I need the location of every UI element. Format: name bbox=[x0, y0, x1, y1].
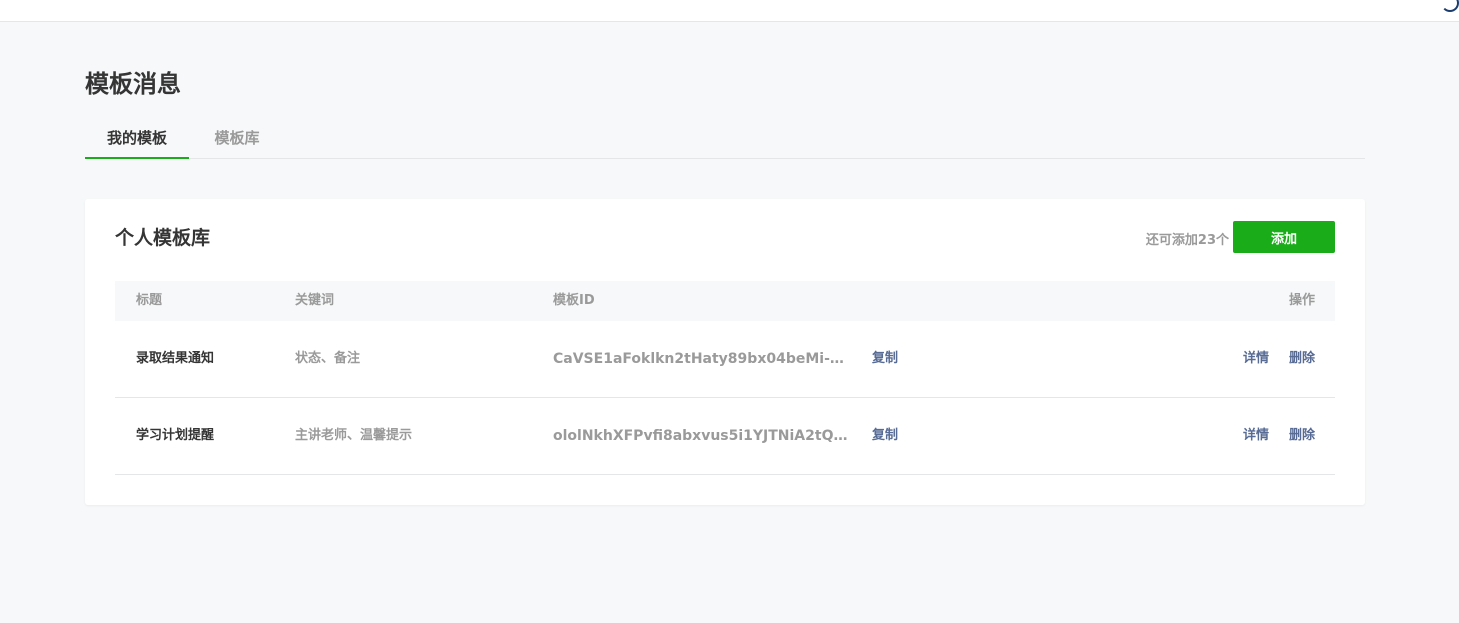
tab-my-templates[interactable]: 我的模板 bbox=[85, 118, 189, 159]
table-row: 学习计划提醒 主讲老师、温馨提示 ololNkhXFPvfi8abxvus5i1… bbox=[115, 398, 1335, 475]
row-keywords: 状态、备注 bbox=[295, 351, 361, 366]
table-row: 录取结果通知 状态、备注 CaVSE1aFoklkn2tHaty89bx04be… bbox=[115, 321, 1335, 398]
corner-icon[interactable] bbox=[1441, 0, 1459, 12]
detail-button[interactable]: 详情 bbox=[1243, 321, 1269, 397]
page-title: 模板消息 bbox=[85, 70, 181, 98]
tab-template-library[interactable]: 模板库 bbox=[189, 118, 285, 158]
delete-button[interactable]: 删除 bbox=[1289, 398, 1315, 474]
top-bar bbox=[0, 0, 1459, 22]
tab-bar: 我的模板 模板库 bbox=[85, 118, 1365, 159]
header-title: 标题 bbox=[136, 293, 163, 308]
template-table: 标题 关键词 模板ID 操作 录取结果通知 状态、备注 CaVSE1aFoklk… bbox=[115, 281, 1335, 475]
card-title: 个人模板库 bbox=[115, 227, 211, 249]
remaining-count-text: 还可添加23个 bbox=[1145, 233, 1229, 248]
row-title: 录取结果通知 bbox=[136, 351, 215, 366]
copy-button[interactable]: 复制 bbox=[872, 321, 898, 397]
row-title: 学习计划提醒 bbox=[136, 428, 215, 443]
row-template-id: CaVSE1aFoklkn2tHaty89bx04beMi-o… bbox=[553, 351, 853, 367]
header-keywords: 关键词 bbox=[295, 293, 335, 308]
row-template-id: ololNkhXFPvfi8abxvus5i1YJTNiA2tQr… bbox=[553, 428, 853, 444]
personal-template-card: 个人模板库 还可添加23个 添加 标题 关键词 模板ID 操作 录取结果通知 状… bbox=[85, 199, 1365, 505]
row-keywords: 主讲老师、温馨提示 bbox=[295, 428, 413, 443]
table-header: 标题 关键词 模板ID 操作 bbox=[115, 281, 1335, 321]
header-actions: 操作 bbox=[1288, 293, 1315, 308]
add-button[interactable]: 添加 bbox=[1233, 221, 1335, 253]
copy-button[interactable]: 复制 bbox=[872, 398, 898, 474]
detail-button[interactable]: 详情 bbox=[1243, 398, 1269, 474]
header-template-id: 模板ID bbox=[553, 293, 595, 308]
delete-button[interactable]: 删除 bbox=[1289, 321, 1315, 397]
